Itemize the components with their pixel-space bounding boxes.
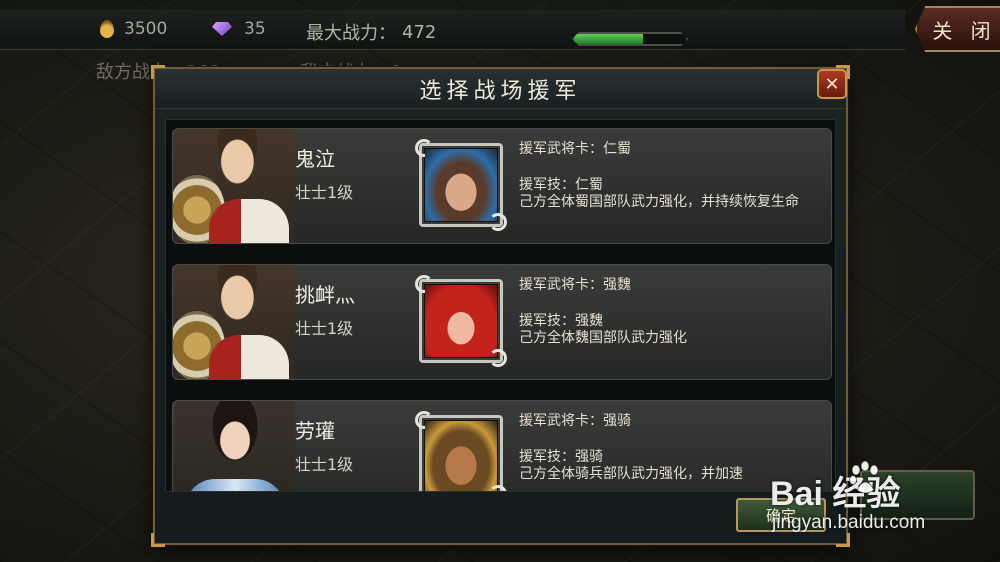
paw-icon	[849, 460, 879, 494]
skill-description: 援军技：强骑 己方全体骑兵部队武力强化，并加速	[519, 449, 743, 483]
skill-name: 援军技：强骑	[519, 449, 603, 465]
hero-name: 挑衅灬	[295, 283, 355, 307]
skill-effect: 己方全体魏国部队武力强化	[519, 330, 687, 346]
wei-general-icon	[425, 285, 497, 357]
hero-level: 壮士1级	[295, 455, 354, 474]
hero-robe	[209, 199, 289, 243]
gold-icon	[100, 20, 114, 38]
skill-name: 援军技：强魏	[519, 313, 603, 329]
card-label: 援军武将卡：强骑	[519, 413, 631, 429]
baidu-watermark: Bai 经验 jingyan.baidu.com	[770, 452, 985, 542]
general-card-avatar	[415, 411, 507, 491]
reinforcement-card[interactable]: 挑衅灬 壮士1级 援军武将卡：强魏 援军技：强魏 己方全体魏国部队武力强化	[172, 264, 832, 380]
progress-fill	[574, 34, 644, 44]
hero-name: 鬼泣	[295, 147, 335, 171]
skill-description: 援军技：强魏 己方全体魏国部队武力强化	[519, 313, 687, 347]
skill-effect: 己方全体蜀国部队武力强化，并持续恢复生命	[519, 194, 799, 210]
hero-name: 劳瓘	[295, 419, 335, 443]
gold-counter: 3500	[100, 19, 167, 39]
gem-value: 35	[244, 19, 266, 39]
hero-portrait	[173, 129, 295, 243]
general-card-avatar	[415, 275, 507, 367]
cavalry-general-icon	[425, 421, 497, 491]
hero-level: 壮士1级	[295, 183, 354, 202]
skill-effect: 己方全体骑兵部队武力强化，并加速	[519, 466, 743, 482]
close-button[interactable]: 关 闭	[915, 6, 1000, 52]
general-card-avatar	[415, 139, 507, 231]
hero-robe	[209, 335, 289, 379]
card-label: 援军武将卡：强魏	[519, 277, 631, 293]
max-power: 最大战力： 472	[306, 19, 436, 45]
dialog-header: 选择战场援军	[155, 69, 846, 109]
reinforcement-list[interactable]: 鬼泣 壮士1级 援军武将卡：仁蜀 援军技：仁蜀 己方全体蜀国部队武力强化，并持续…	[165, 119, 836, 492]
gold-value: 3500	[124, 19, 168, 39]
hero-portrait	[175, 401, 295, 491]
max-power-label: 最大战力：	[306, 23, 396, 44]
gem-counter: 35	[212, 19, 266, 39]
card-label: 援军武将卡：仁蜀	[519, 141, 631, 157]
reinforcement-card[interactable]: 鬼泣 壮士1级 援军武将卡：仁蜀 援军技：仁蜀 己方全体蜀国部队武力强化，并持续…	[172, 128, 832, 244]
shu-general-icon	[425, 149, 497, 221]
gem-icon	[212, 22, 232, 36]
reinforcement-dialog: 选择战场援军 ✕ 鬼泣 壮士1级 援军武将卡：仁蜀 援军技：仁蜀 己方全体蜀国部…	[151, 65, 850, 547]
dialog-close-icon[interactable]: ✕	[817, 69, 847, 99]
dialog-title: 选择战场援军	[419, 78, 582, 104]
reinforcement-card[interactable]: 劳瓘 壮士1级 援军武将卡：强骑 援军技：强骑 己方全体骑兵部队武力强化，并加速	[172, 400, 832, 491]
skill-description: 援军技：仁蜀 己方全体蜀国部队武力强化，并持续恢复生命	[519, 177, 799, 211]
hero-level: 壮士1级	[295, 319, 354, 338]
hero-robe	[185, 479, 285, 491]
max-power-value: 472	[402, 21, 437, 43]
top-resource-bar: 3500 35 最大战力： 472	[0, 10, 905, 50]
hero-portrait	[173, 265, 295, 379]
watermark-url: jingyan.baidu.com	[772, 512, 926, 533]
corner-ornament	[151, 533, 165, 547]
corner-ornament	[151, 65, 165, 79]
skill-name: 援军技：仁蜀	[519, 177, 603, 193]
progress-bar	[572, 32, 688, 46]
